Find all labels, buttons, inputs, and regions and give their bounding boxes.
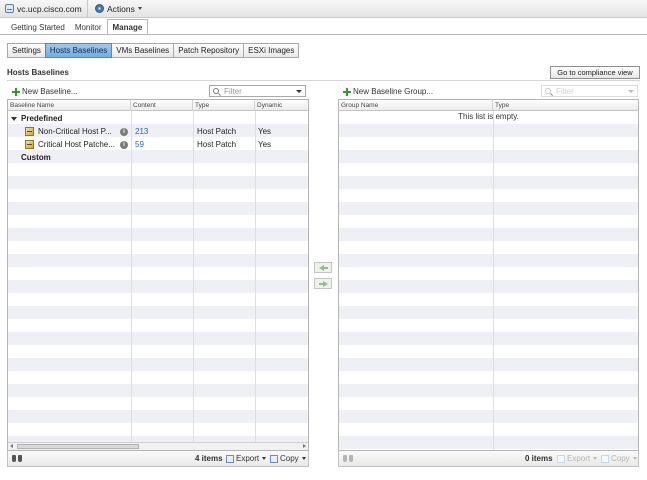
binoculars-icon[interactable] [12,455,22,463]
actions-menu[interactable]: Actions [88,4,142,14]
baselines-grid-header: Baseline Name Content Type Dynamic [8,100,308,111]
info-icon[interactable]: i [120,128,128,136]
chevron-down-icon [301,457,306,460]
col-divider [493,111,494,450]
section-title: Hosts Baselines [7,68,69,77]
arrow-right-icon [322,280,328,287]
col-type[interactable]: Type [193,100,255,111]
new-baseline-group-label: New Baseline Group... [353,87,434,96]
empty-list-message: This list is empty. [458,112,519,121]
baseline-type: Host Patch [197,127,237,136]
host-selector[interactable]: vc.ucp.cisco.com [0,0,88,18]
item-count: 4 items [195,454,223,463]
col-group-type[interactable]: Type [493,100,638,111]
chevron-down-icon [632,457,637,460]
copy-icon [270,454,278,463]
new-baseline-group-button[interactable]: New Baseline Group... [343,87,433,96]
copy-button[interactable]: Copy [270,454,306,463]
filter-dropdown-icon[interactable] [296,90,302,93]
group-label: Custom [21,153,51,162]
add-icon [343,87,351,96]
col-group-name[interactable]: Group Name [339,100,493,111]
group-row-predefined[interactable]: Predefined [8,112,308,125]
filter-placeholder: Filter [556,86,574,96]
table-row[interactable]: Critical Host Patche... i 59 Host Patch … [8,138,308,151]
col-dynamic[interactable]: Dynamic [255,100,308,111]
group-row-custom[interactable]: Custom [8,151,308,164]
baselines-grid: Baseline Name Content Type Dynamic Prede… [7,99,309,451]
search-icon [213,88,219,94]
export-label: Export [236,454,260,463]
sub-tabs: Settings Hosts Baselines VMs Baselines P… [7,43,300,58]
actions-label: Actions [107,3,135,14]
export-button: Export [557,454,598,463]
binoculars-icon [343,455,353,463]
export-icon [557,454,565,463]
groups-grid-body [339,111,638,450]
main-tabs: Getting Started Monitor Manage [6,19,149,35]
section-divider [7,80,640,81]
tab-hosts-baselines[interactable]: Hosts Baselines [44,43,113,58]
tab-manage[interactable]: Manage [106,19,149,35]
table-row[interactable]: Non-Critical Host P... i 213 Host Patch … [8,125,308,138]
new-baseline-label: New Baseline... [22,87,78,96]
expand-arrow-icon[interactable] [11,116,17,121]
actions-gear-icon [95,4,104,13]
item-count: 0 items [525,454,553,463]
tab-vms-baselines[interactable]: VMs Baselines [111,43,175,58]
add-icon [12,87,20,96]
export-icon [226,454,234,463]
copy-button: Copy [601,454,637,463]
search-icon [545,88,551,94]
filter-placeholder: Filter [224,86,242,96]
tab-esxi-images[interactable]: ESXi Images [243,43,300,58]
info-icon[interactable]: i [120,141,128,149]
top-bar: vc.ucp.cisco.com Actions [0,0,647,18]
chevron-down-icon [262,457,267,460]
baseline-type: Host Patch [197,140,237,149]
host-name: vc.ucp.cisco.com [17,3,82,14]
tab-monitor[interactable]: Monitor [70,20,107,35]
baselines-footer: 4 items Export Copy [7,451,309,467]
new-baseline-button[interactable]: New Baseline... [12,87,78,96]
baseline-dynamic: Yes [258,140,272,149]
chevron-down-icon [137,7,142,10]
col-baseline-name[interactable]: Baseline Name [8,100,131,111]
scrollbar-thumb[interactable] [17,444,139,449]
tabs-divider [0,34,647,35]
groups-footer: 0 items Export Copy [338,451,639,467]
chevron-down-icon [593,457,598,460]
baseline-dynamic: Yes [258,127,272,136]
scroll-left-icon[interactable] [10,444,13,448]
filter-dropdown-icon[interactable] [628,90,634,93]
group-filter-input[interactable]: Filter [541,85,638,97]
tab-patch-repository[interactable]: Patch Repository [173,43,245,58]
baseline-icon [25,140,34,150]
baseline-groups-grid: Group Name Type This list is empty. [338,99,639,451]
horizontal-scrollbar[interactable] [8,442,308,450]
scroll-right-icon[interactable] [303,444,306,448]
groups-grid-header: Group Name Type [339,100,638,111]
export-button[interactable]: Export [226,454,267,463]
move-right-button[interactable] [314,278,332,289]
go-to-compliance-button[interactable]: Go to compliance view [550,66,640,79]
move-left-button[interactable] [314,262,332,273]
copy-label: Copy [611,454,630,463]
baseline-icon [25,127,34,137]
export-label: Export [567,454,591,463]
copy-label: Copy [280,454,299,463]
baseline-content-link[interactable]: 213 [135,125,148,138]
group-label: Predefined [21,114,63,123]
baseline-name: Critical Host Patche... [38,140,115,149]
baseline-content-link[interactable]: 59 [135,138,144,151]
tab-getting-started[interactable]: Getting Started [6,20,70,35]
baseline-filter-input[interactable]: Filter [209,85,306,97]
vcenter-icon [5,4,14,13]
copy-icon [601,454,609,463]
arrow-shaft [323,266,328,269]
col-content[interactable]: Content [131,100,193,111]
baseline-name: Non-Critical Host P... [38,127,112,136]
tab-settings[interactable]: Settings [7,43,46,58]
